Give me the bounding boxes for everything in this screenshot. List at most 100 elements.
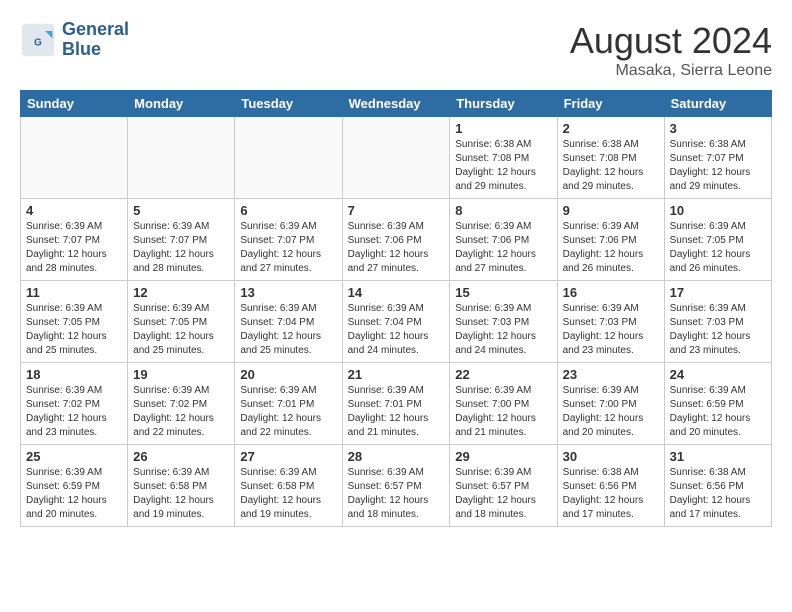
day-info: Sunrise: 6:39 AMSunset: 7:03 PMDaylight:… <box>670 302 766 358</box>
day-info: Sunrise: 6:39 AMSunset: 6:59 PMDaylight:… <box>670 384 766 440</box>
day-info: Sunrise: 6:39 AMSunset: 6:57 PMDaylight:… <box>348 466 445 522</box>
calendar-cell: 31 Sunrise: 6:38 AMSunset: 6:56 PMDayligh… <box>664 445 771 527</box>
month-title: August 2024 <box>570 20 772 62</box>
calendar-cell: 13Sunrise: 6:39 AMSunset: 7:04 PMDayligh… <box>235 281 342 363</box>
day-info: Sunrise: 6:39 AMSunset: 7:05 PMDaylight:… <box>133 302 229 358</box>
calendar-cell: 10 Sunrise: 6:39 AMSunset: 7:05 PMDayligh… <box>664 199 771 281</box>
calendar-cell: 26 Sunrise: 6:39 AMSunset: 6:58 PMDayligh… <box>128 445 235 527</box>
day-number: 26 <box>133 449 229 464</box>
day-number: 19 <box>133 367 229 382</box>
day-info: Sunrise: 6:39 AMSunset: 6:59 PMDaylight:… <box>26 466 122 522</box>
logo-text: General Blue <box>62 20 129 60</box>
day-info: Sunrise: 6:38 AMSunset: 6:56 PMDaylight:… <box>670 466 766 522</box>
week-row-3: 18 Sunrise: 6:39 AMSunset: 7:02 PMDayligh… <box>21 363 772 445</box>
calendar-cell <box>235 117 342 199</box>
location: Masaka, Sierra Leone <box>570 62 772 80</box>
day-number: 4 <box>26 203 122 218</box>
day-info: Sunrise: 6:39 AMSunset: 7:04 PMDaylight:… <box>348 302 445 358</box>
day-number: 5 <box>133 203 229 218</box>
calendar-cell <box>128 117 235 199</box>
calendar-cell: 19 Sunrise: 6:39 AMSunset: 7:02 PMDayligh… <box>128 363 235 445</box>
day-info: Sunrise: 6:39 AMSunset: 7:03 PMDaylight:… <box>455 302 551 358</box>
calendar-cell: 22 Sunrise: 6:39 AMSunset: 7:00 PMDayligh… <box>450 363 557 445</box>
day-number: 3 <box>670 121 766 136</box>
day-info: Sunrise: 6:39 AMSunset: 7:06 PMDaylight:… <box>348 220 445 276</box>
weekday-header-monday: Monday <box>128 91 235 117</box>
calendar-cell: 28 Sunrise: 6:39 AMSunset: 6:57 PMDayligh… <box>342 445 450 527</box>
week-row-0: 1 Sunrise: 6:38 AMSunset: 7:08 PMDaylight… <box>21 117 772 199</box>
weekday-header-saturday: Saturday <box>664 91 771 117</box>
day-info: Sunrise: 6:39 AMSunset: 7:05 PMDaylight:… <box>670 220 766 276</box>
day-number: 10 <box>670 203 766 218</box>
day-number: 24 <box>670 367 766 382</box>
calendar-cell <box>342 117 450 199</box>
logo-icon: G <box>20 22 56 58</box>
day-info: Sunrise: 6:39 AMSunset: 7:07 PMDaylight:… <box>240 220 336 276</box>
day-info: Sunrise: 6:39 AMSunset: 7:01 PMDaylight:… <box>348 384 445 440</box>
calendar-cell: 6 Sunrise: 6:39 AMSunset: 7:07 PMDaylight… <box>235 199 342 281</box>
calendar-cell: 24 Sunrise: 6:39 AMSunset: 6:59 PMDayligh… <box>664 363 771 445</box>
day-number: 23 <box>563 367 659 382</box>
day-number: 6 <box>240 203 336 218</box>
day-number: 11 <box>26 285 122 300</box>
calendar-cell: 27Sunrise: 6:39 AMSunset: 6:58 PMDayligh… <box>235 445 342 527</box>
day-info: Sunrise: 6:39 AMSunset: 7:03 PMDaylight:… <box>563 302 659 358</box>
day-number: 16 <box>563 285 659 300</box>
calendar-cell: 3Sunrise: 6:38 AMSunset: 7:07 PMDaylight… <box>664 117 771 199</box>
calendar-cell: 18 Sunrise: 6:39 AMSunset: 7:02 PMDayligh… <box>21 363 128 445</box>
day-number: 9 <box>563 203 659 218</box>
day-number: 20 <box>240 367 336 382</box>
day-number: 12 <box>133 285 229 300</box>
day-info: Sunrise: 6:39 AMSunset: 6:58 PMDaylight:… <box>240 466 336 522</box>
day-info: Sunrise: 6:39 AMSunset: 7:00 PMDaylight:… <box>455 384 551 440</box>
day-info: Sunrise: 6:39 AMSunset: 7:02 PMDaylight:… <box>26 384 122 440</box>
calendar-cell: 16 Sunrise: 6:39 AMSunset: 7:03 PMDayligh… <box>557 281 664 363</box>
day-info: Sunrise: 6:39 AMSunset: 7:06 PMDaylight:… <box>563 220 659 276</box>
weekday-header-tuesday: Tuesday <box>235 91 342 117</box>
day-info: Sunrise: 6:39 AMSunset: 7:02 PMDaylight:… <box>133 384 229 440</box>
weekday-header-thursday: Thursday <box>450 91 557 117</box>
day-info: Sunrise: 6:39 AMSunset: 7:01 PMDaylight:… <box>240 384 336 440</box>
calendar-cell: 20 Sunrise: 6:39 AMSunset: 7:01 PMDayligh… <box>235 363 342 445</box>
day-number: 2 <box>563 121 659 136</box>
svg-text:G: G <box>34 37 42 48</box>
day-info: Sunrise: 6:39 AMSunset: 7:04 PMDaylight:… <box>240 302 336 358</box>
calendar-cell: 23Sunrise: 6:39 AMSunset: 7:00 PMDayligh… <box>557 363 664 445</box>
calendar-cell: 11Sunrise: 6:39 AMSunset: 7:05 PMDayligh… <box>21 281 128 363</box>
calendar-cell: 8 Sunrise: 6:39 AMSunset: 7:06 PMDaylight… <box>450 199 557 281</box>
calendar-cell: 5Sunrise: 6:39 AMSunset: 7:07 PMDaylight… <box>128 199 235 281</box>
day-number: 31 <box>670 449 766 464</box>
calendar-cell: 1Sunrise: 6:38 AMSunset: 7:08 PMDaylight… <box>450 117 557 199</box>
week-row-4: 25Sunrise: 6:39 AMSunset: 6:59 PMDayligh… <box>21 445 772 527</box>
day-number: 28 <box>348 449 445 464</box>
calendar-cell: 17 Sunrise: 6:39 AMSunset: 7:03 PMDayligh… <box>664 281 771 363</box>
page-header: G General Blue August 2024 Masaka, Sierr… <box>20 20 772 80</box>
calendar-cell: 30Sunrise: 6:38 AMSunset: 6:56 PMDayligh… <box>557 445 664 527</box>
weekday-header-friday: Friday <box>557 91 664 117</box>
logo: G General Blue <box>20 20 129 60</box>
calendar-cell: 14 Sunrise: 6:39 AMSunset: 7:04 PMDayligh… <box>342 281 450 363</box>
day-number: 18 <box>26 367 122 382</box>
calendar-cell: 12 Sunrise: 6:39 AMSunset: 7:05 PMDayligh… <box>128 281 235 363</box>
weekday-header-sunday: Sunday <box>21 91 128 117</box>
day-info: Sunrise: 6:38 AMSunset: 7:08 PMDaylight:… <box>563 138 659 194</box>
calendar-cell: 4Sunrise: 6:39 AMSunset: 7:07 PMDaylight… <box>21 199 128 281</box>
day-number: 14 <box>348 285 445 300</box>
weekday-header-wednesday: Wednesday <box>342 91 450 117</box>
calendar-cell: 25Sunrise: 6:39 AMSunset: 6:59 PMDayligh… <box>21 445 128 527</box>
day-info: Sunrise: 6:39 AMSunset: 7:06 PMDaylight:… <box>455 220 551 276</box>
day-info: Sunrise: 6:39 AMSunset: 6:57 PMDaylight:… <box>455 466 551 522</box>
title-block: August 2024 Masaka, Sierra Leone <box>570 20 772 80</box>
day-number: 22 <box>455 367 551 382</box>
calendar-table: SundayMondayTuesdayWednesdayThursdayFrid… <box>20 90 772 527</box>
day-number: 8 <box>455 203 551 218</box>
weekday-header-row: SundayMondayTuesdayWednesdayThursdayFrid… <box>21 91 772 117</box>
day-number: 17 <box>670 285 766 300</box>
calendar-cell: 9 Sunrise: 6:39 AMSunset: 7:06 PMDaylight… <box>557 199 664 281</box>
day-info: Sunrise: 6:39 AMSunset: 6:58 PMDaylight:… <box>133 466 229 522</box>
day-number: 1 <box>455 121 551 136</box>
calendar-cell: 29Sunrise: 6:39 AMSunset: 6:57 PMDayligh… <box>450 445 557 527</box>
day-info: Sunrise: 6:38 AMSunset: 6:56 PMDaylight:… <box>563 466 659 522</box>
week-row-1: 4 Sunrise: 6:39 AMSunset: 7:07 PMDaylight… <box>21 199 772 281</box>
calendar-cell: 2 Sunrise: 6:38 AMSunset: 7:08 PMDaylight… <box>557 117 664 199</box>
